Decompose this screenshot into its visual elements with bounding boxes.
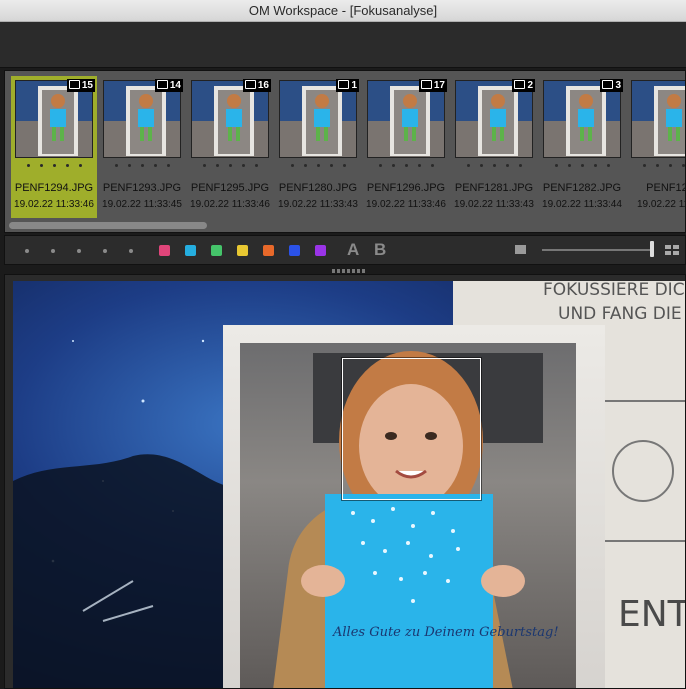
thumbnail-filename: PENF1293.JPG: [102, 182, 182, 194]
filmstrip-scrollbar[interactable]: [9, 222, 207, 229]
thumbnail-date: 19.02.22 11:33:46: [366, 199, 446, 210]
rating-dots[interactable]: [627, 164, 685, 172]
filmstrip: 15 PENF1294.JPG 19.02.22 11:33:46 14 PENF129…: [4, 70, 686, 233]
stack-icon: [338, 80, 350, 89]
focus-point-frame[interactable]: [342, 358, 481, 500]
rating-dots[interactable]: [451, 164, 537, 172]
rating-star-5[interactable]: [129, 249, 133, 253]
color-label-swatch[interactable]: [237, 245, 248, 256]
filmstrip-thumbnail[interactable]: 17 PENF1296.JPG 19.02.22 11:33:46: [363, 76, 449, 218]
color-label-swatch[interactable]: [263, 245, 274, 256]
filmstrip-thumbnail[interactable]: 15 PENF1294.JPG 19.02.22 11:33:46: [11, 76, 97, 218]
window-title: OM Workspace - [Fokusanalyse]: [0, 0, 686, 22]
color-label-swatch[interactable]: [159, 245, 170, 256]
filmstrip-thumbnail[interactable]: 14 PENF1293.JPG 19.02.22 11:33:45: [99, 76, 185, 218]
thumbnail-date: 19.02.22 11:33:46: [190, 199, 270, 210]
stack-count-badge: 17: [418, 79, 447, 92]
stack-count-badge: 14: [154, 79, 183, 92]
small-thumbnail-icon[interactable]: [515, 245, 526, 254]
rating-star-1[interactable]: [25, 249, 29, 253]
rating-dots[interactable]: [11, 164, 97, 172]
color-label-swatch[interactable]: [315, 245, 326, 256]
stack-count-badge: 1: [336, 79, 359, 92]
color-label-swatch[interactable]: [289, 245, 300, 256]
stack-count-badge: 3: [600, 79, 623, 92]
splitter-grip-icon[interactable]: [332, 269, 366, 273]
svg-text:FOKUSSIERE DICH: FOKUSSIERE DICH: [543, 281, 686, 300]
toolbar: [0, 22, 686, 68]
filmstrip-thumbnail[interactable]: 16 PENF1295.JPG 19.02.22 11:33:46: [187, 76, 273, 218]
rating-label-bar: A B: [4, 235, 686, 265]
thumbnail-size-slider[interactable]: [542, 249, 654, 251]
slider-handle[interactable]: [650, 241, 654, 257]
thumbnail-image: [631, 80, 685, 158]
rating-dots[interactable]: [187, 164, 273, 172]
rating-star-4[interactable]: [103, 249, 107, 253]
stack-count-badge: 15: [66, 79, 95, 92]
stack-count-badge: 16: [242, 79, 271, 92]
thumbnail-filename: PENF1296.JPG: [366, 182, 446, 194]
stack-icon: [156, 80, 168, 89]
thumbnail-filename: PENF129: [646, 182, 685, 194]
color-label-swatch[interactable]: [211, 245, 222, 256]
rating-star-2[interactable]: [51, 249, 55, 253]
stack-icon: [602, 80, 614, 89]
filmstrip-thumbnail[interactable]: 3 PENF1282.JPG 19.02.22 11:33:44: [539, 76, 625, 218]
photo-handwriting: Alles Gute zu Deinem Geburtstag!: [332, 625, 559, 640]
rating-dots[interactable]: [275, 164, 361, 172]
thumbnail-date: 19.02.22 11:33:45: [102, 199, 182, 210]
filmstrip-thumbnail[interactable]: 2 PENF1281.JPG 19.02.22 11:33:43: [451, 76, 537, 218]
stack-icon: [514, 80, 526, 89]
svg-text:UND FANG DIE: UND FANG DIE: [558, 304, 682, 324]
rating-dots[interactable]: [363, 164, 449, 172]
compare-b-button[interactable]: B: [374, 240, 386, 260]
rating-dots[interactable]: [99, 164, 185, 172]
stack-icon: [244, 80, 256, 89]
thumbnail-date: 19.02.22 11:33: [637, 199, 685, 210]
thumbnail-date: 19.02.22 11:33:44: [542, 199, 622, 210]
thumbnail-filename: PENF1280.JPG: [278, 182, 358, 194]
thumbnail-filename: PENF1294.JPG: [14, 182, 94, 194]
thumbnail-filename: PENF1295.JPG: [190, 182, 270, 194]
stack-count-badge: 2: [512, 79, 535, 92]
rating-star-3[interactable]: [77, 249, 81, 253]
thumbnail-filename: PENF1281.JPG: [454, 182, 534, 194]
compare-a-button[interactable]: A: [347, 240, 359, 260]
stack-icon: [68, 80, 80, 89]
thumbnail-filename: PENF1282.JPG: [542, 182, 622, 194]
thumbnail-date: 19.02.22 11:33:46: [14, 199, 94, 210]
stack-icon: [420, 80, 432, 89]
filmstrip-thumbnail[interactable]: PENF129 19.02.22 11:33: [627, 76, 685, 218]
thumbnail-date: 19.02.22 11:33:43: [454, 199, 534, 210]
thumbnail-date: 19.02.22 11:33:43: [278, 199, 358, 210]
svg-text:ENT: ENT: [618, 594, 686, 635]
grid-view-icon[interactable]: [665, 245, 679, 256]
rating-dots[interactable]: [539, 164, 625, 172]
color-label-swatch[interactable]: [185, 245, 196, 256]
filmstrip-thumbnail[interactable]: 1 PENF1280.JPG 19.02.22 11:33:43: [275, 76, 361, 218]
